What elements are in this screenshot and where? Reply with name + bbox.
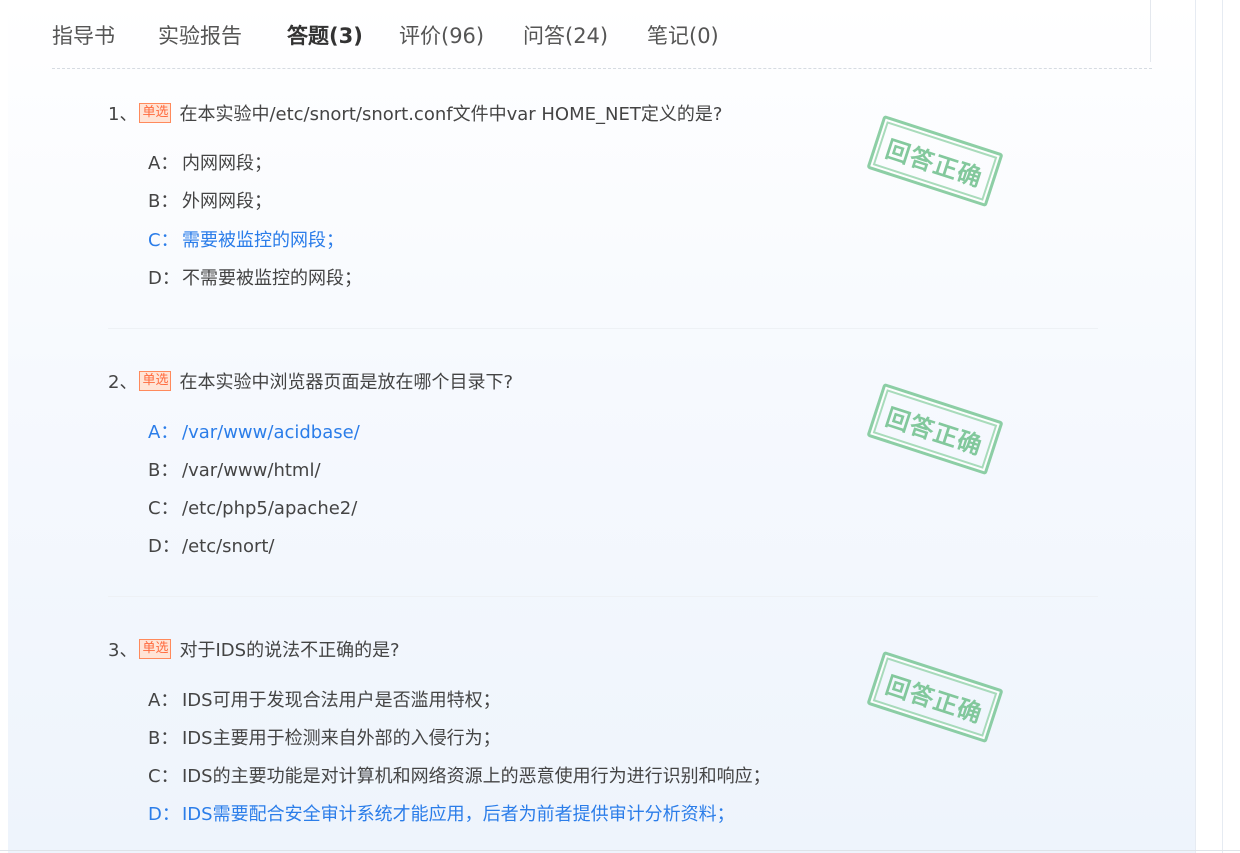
tab-lab-report[interactable]: 实验报告 xyxy=(158,20,242,50)
tab-notes[interactable]: 笔记(0) xyxy=(647,20,719,50)
question-header: 2、 单选 在本实验中浏览器页面是放在哪个目录下? xyxy=(108,368,514,393)
option-letter: B： xyxy=(148,460,179,481)
option-a[interactable]: A：/var/www/acidbase/ xyxy=(148,418,360,444)
question-number: 2、 xyxy=(108,372,138,393)
option-letter: D： xyxy=(148,804,180,825)
option-text: /var/www/html/ xyxy=(182,460,321,481)
question-number: 1、 xyxy=(108,104,138,125)
option-text: 内网网段； xyxy=(182,153,272,174)
option-text: 需要被监控的网段； xyxy=(182,230,344,251)
question-number: 3、 xyxy=(108,640,138,661)
option-text: 外网网段； xyxy=(182,191,272,212)
single-choice-badge: 单选 xyxy=(139,103,172,123)
option-text: 不需要被监控的网段； xyxy=(182,268,362,289)
tab-bar: 指导书 实验报告 答题(3) 评价(96) 问答(24) 笔记(0) xyxy=(52,0,1152,69)
option-letter: A： xyxy=(148,153,179,174)
question-text: 在本实验中浏览器页面是放在哪个目录下? xyxy=(179,372,514,393)
option-c[interactable]: C： IDS的主要功能是对计算机和网络资源上的恶意使用行为进行识别和响应； xyxy=(148,762,771,788)
tab-guide[interactable]: 指导书 xyxy=(52,20,115,50)
option-text: IDS需要配合安全审计系统才能应用，后者为前者提供审计分析资料； xyxy=(182,804,735,825)
option-text: /etc/php5/apache2/ xyxy=(182,498,358,519)
question-divider xyxy=(108,328,1098,329)
question-header: 1、 单选 在本实验中/etc/snort/snort.conf文件中var HOM… xyxy=(108,100,723,125)
bottom-border xyxy=(0,850,1240,851)
option-letter: B： xyxy=(148,191,179,212)
option-d[interactable]: D： 不需要被监控的网段； xyxy=(148,264,362,290)
option-letter: D： xyxy=(148,268,180,289)
option-a[interactable]: A： IDS可用于发现合法用户是否滥用特权； xyxy=(148,686,501,712)
option-b[interactable]: B： 外网网段； xyxy=(148,187,272,213)
option-letter: C： xyxy=(148,766,179,787)
option-d[interactable]: D： IDS需要配合安全审计系统才能应用，后者为前者提供审计分析资料； xyxy=(148,800,735,826)
option-a[interactable]: A： 内网网段； xyxy=(148,149,272,175)
tab-qa[interactable]: 问答(24) xyxy=(523,20,608,50)
option-letter: C： xyxy=(148,230,179,251)
option-letter: A： xyxy=(148,690,179,711)
option-c[interactable]: C：/etc/php5/apache2/ xyxy=(148,494,357,520)
tab-quiz[interactable]: 答题(3) xyxy=(287,20,363,50)
question-header: 3、 单选 对于IDS的说法不正确的是? xyxy=(108,636,400,661)
option-b[interactable]: B：/var/www/html/ xyxy=(148,456,321,482)
right-scroll-gutter xyxy=(1195,0,1223,853)
option-d[interactable]: D：/etc/snort/ xyxy=(148,532,274,558)
single-choice-badge: 单选 xyxy=(139,371,172,391)
single-choice-badge: 单选 xyxy=(139,639,172,659)
tab-reviews[interactable]: 评价(96) xyxy=(399,20,484,50)
option-letter: A： xyxy=(148,422,179,443)
option-letter: C： xyxy=(148,498,179,519)
option-text: /etc/snort/ xyxy=(182,536,275,557)
option-text: /var/www/acidbase/ xyxy=(182,422,360,443)
option-text: IDS可用于发现合法用户是否滥用特权； xyxy=(182,690,501,711)
option-letter: B： xyxy=(148,728,179,749)
question-text: 对于IDS的说法不正确的是? xyxy=(179,640,400,661)
question-text: 在本实验中/etc/snort/snort.conf文件中var HOME_NE… xyxy=(179,104,723,125)
option-text: IDS主要用于检测来自外部的入侵行为； xyxy=(182,728,501,749)
option-b[interactable]: B： IDS主要用于检测来自外部的入侵行为； xyxy=(148,724,501,750)
option-text: IDS的主要功能是对计算机和网络资源上的恶意使用行为进行识别和响应； xyxy=(182,766,771,787)
question-divider xyxy=(108,596,1098,597)
option-letter: D： xyxy=(148,536,180,557)
option-c[interactable]: C： 需要被监控的网段； xyxy=(148,226,344,252)
